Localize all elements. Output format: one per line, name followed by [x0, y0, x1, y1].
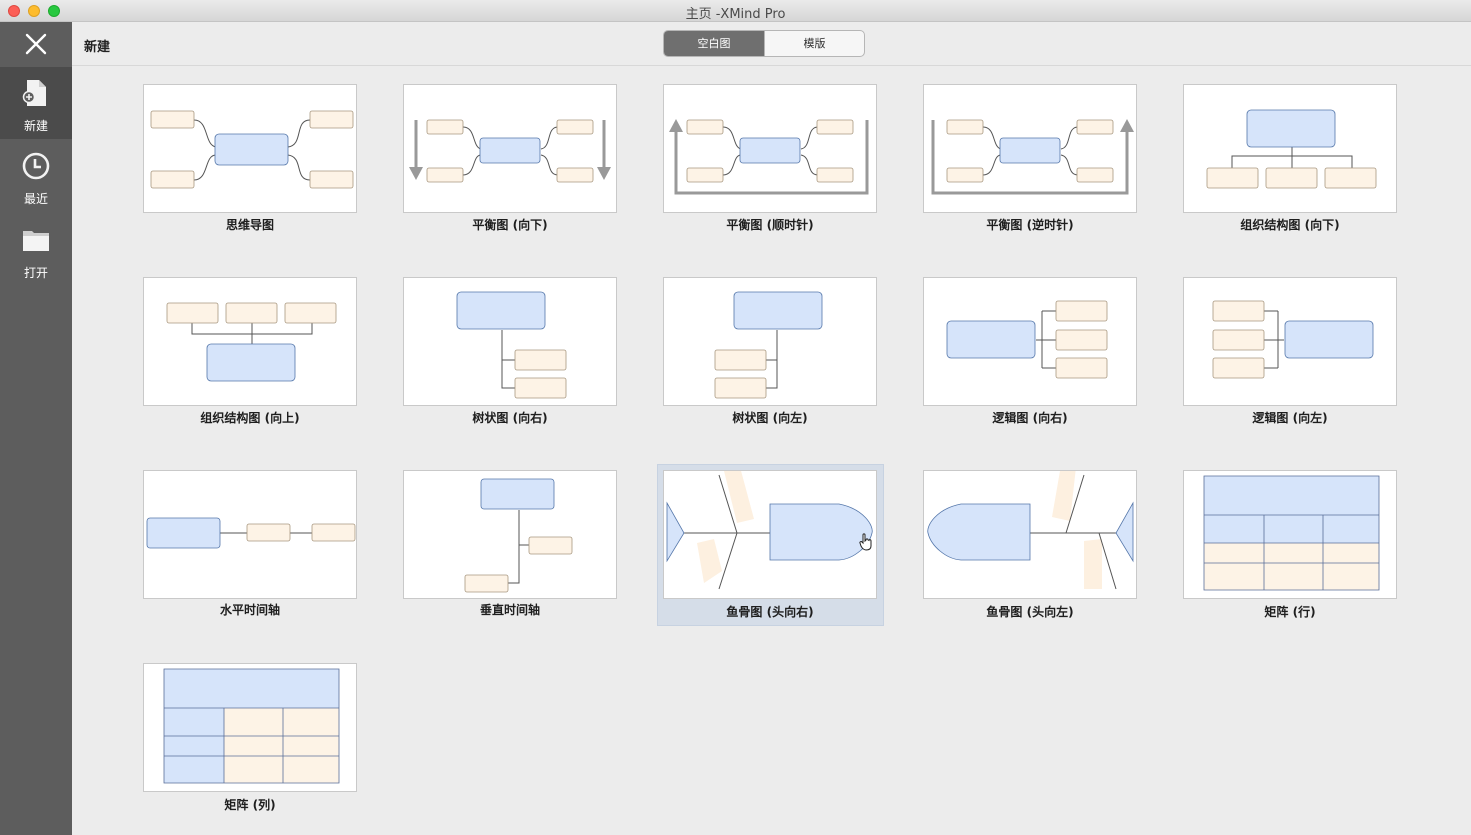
template-thumbnail [923, 277, 1137, 406]
sidebar-item-open[interactable]: 打开 [0, 214, 72, 286]
template-label: 鱼骨图 (头向左) [986, 605, 1074, 619]
sidebar-item-label: 最近 [23, 192, 48, 206]
hand-cursor-icon [859, 533, 872, 551]
template-label: 平衡图 (逆时针) [986, 218, 1074, 232]
template-thumbnail [143, 277, 357, 406]
sidebar: 新建 最近 打开 [0, 22, 72, 835]
template-thumbnail [143, 84, 357, 213]
tab-blank-map[interactable]: 空白图 [664, 31, 764, 56]
template-thumbnail [663, 84, 877, 213]
template-label: 矩阵 (列) [224, 798, 276, 812]
template-label: 思维导图 [225, 218, 274, 232]
template-thumbnail [1183, 470, 1397, 599]
title-bar: 主页 -XMind Pro [0, 0, 1471, 22]
template-label: 组织结构图 (向下) [1240, 218, 1340, 232]
template-thumbnail [1183, 84, 1397, 213]
template-thumbnail [663, 277, 877, 406]
template-thumbnail [1183, 277, 1397, 406]
template-label: 水平时间轴 [219, 603, 280, 617]
sidebar-item-label: 打开 [23, 266, 48, 280]
new-file-icon [22, 80, 46, 106]
sidebar-item-recent[interactable]: 最近 [0, 140, 72, 212]
clock-icon [22, 152, 50, 180]
template-label: 鱼骨图 (头向右) [726, 605, 814, 619]
template-label: 平衡图 (顺时针) [726, 218, 814, 232]
template-thumbnail [143, 663, 357, 792]
template-label: 矩阵 (行) [1264, 605, 1316, 619]
template-label: 平衡图 (向下) [472, 218, 548, 232]
template-label: 树状图 (向左) [732, 411, 808, 425]
template-thumbnail [143, 470, 357, 599]
template-thumbnail [403, 277, 617, 406]
page-title: 新建 [84, 40, 111, 55]
template-label: 逻辑图 (向右) [992, 411, 1068, 425]
template-thumbnail [403, 84, 617, 213]
close-icon [25, 33, 47, 55]
template-label: 逻辑图 (向左) [1252, 411, 1328, 425]
template-label: 树状图 (向右) [472, 411, 548, 425]
template-gallery: 思维导图 平衡图 (向下) 平衡图 (顺时针) 平衡图 (逆时针) 组织结构图 … [72, 67, 1471, 835]
toolbar: 新建 空白图 模版 [72, 22, 1471, 66]
sidebar-item-label: 新建 [23, 119, 48, 133]
close-button[interactable] [0, 22, 72, 66]
template-thumbnail [403, 470, 617, 599]
tab-templates[interactable]: 模版 [764, 31, 864, 56]
folder-icon [23, 231, 49, 251]
template-thumbnail [923, 470, 1137, 599]
template-thumbnail [923, 84, 1137, 213]
template-label: 组织结构图 (向上) [200, 411, 300, 425]
template-thumbnail [663, 470, 877, 599]
mode-segmented-control: 空白图 模版 [663, 30, 865, 57]
sidebar-item-new[interactable]: 新建 [0, 67, 72, 139]
window-title: 主页 -XMind Pro [685, 7, 786, 22]
template-label: 垂直时间轴 [479, 603, 540, 617]
